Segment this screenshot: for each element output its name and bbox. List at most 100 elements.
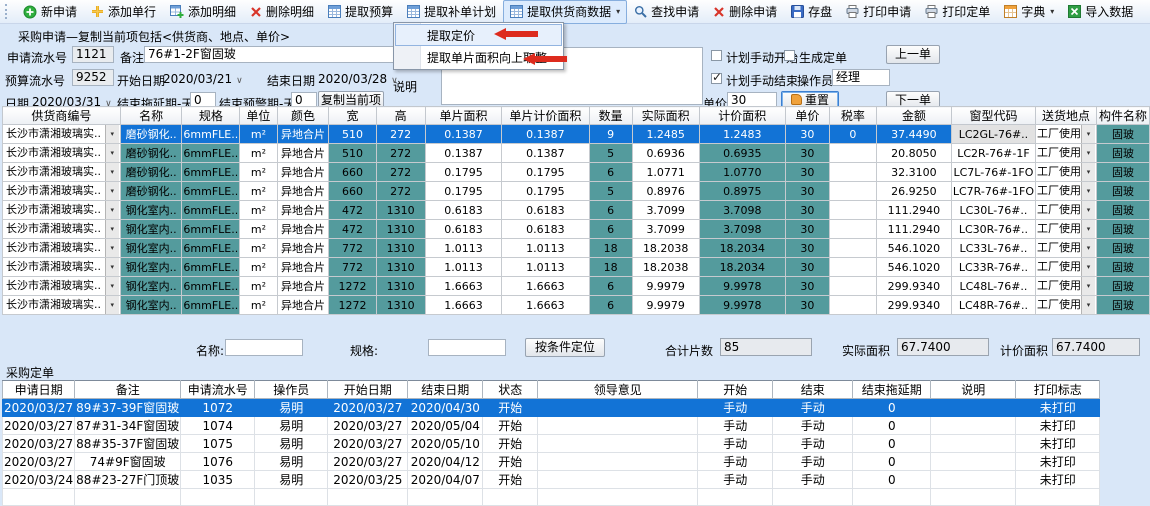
plan-manual-start-checkbox[interactable] bbox=[711, 50, 722, 61]
cell[interactable]: 6mmFLE.. bbox=[182, 201, 240, 220]
column-header[interactable]: 开始日期 bbox=[328, 381, 408, 399]
cell[interactable]: 772 bbox=[329, 258, 376, 277]
cell[interactable]: 0 bbox=[853, 471, 931, 489]
cell[interactable]: m² bbox=[240, 239, 277, 258]
cell[interactable] bbox=[931, 453, 1016, 471]
cell[interactable]: 手动 bbox=[773, 471, 853, 489]
cell[interactable]: 0 bbox=[853, 435, 931, 453]
cell[interactable]: LC7L-76#-1FO bbox=[951, 163, 1035, 182]
column-header[interactable]: 申请流水号 bbox=[181, 381, 255, 399]
cell[interactable]: m² bbox=[240, 163, 277, 182]
dropdown-arrow-icon[interactable]: ▾ bbox=[1081, 258, 1095, 276]
chevron-down-icon[interactable]: ∨ bbox=[391, 76, 398, 86]
cell[interactable]: 2020/03/24 bbox=[3, 471, 75, 489]
cell[interactable]: 1.6663 bbox=[502, 296, 589, 315]
cell[interactable]: 9 bbox=[589, 125, 632, 144]
dropdown-arrow-icon[interactable]: ▾ bbox=[1081, 239, 1095, 257]
prev-order-button[interactable]: 上一单 bbox=[886, 45, 940, 64]
cell[interactable]: 2020/03/27 bbox=[328, 435, 408, 453]
cell[interactable]: 固玻 bbox=[1097, 258, 1150, 277]
cell[interactable]: 固玻 bbox=[1097, 144, 1150, 163]
cell[interactable]: 6mmFLE.. bbox=[182, 125, 240, 144]
cell[interactable]: 9.9979 bbox=[632, 296, 699, 315]
cell[interactable]: 手动 bbox=[698, 435, 773, 453]
cell[interactable]: 30 bbox=[785, 163, 829, 182]
dropdown-arrow-icon[interactable]: ▾ bbox=[1081, 220, 1095, 238]
dropdown-arrow-icon[interactable]: ▾ bbox=[1081, 296, 1095, 314]
cell[interactable]: 开始 bbox=[483, 417, 538, 435]
cell[interactable]: 660 bbox=[329, 182, 376, 201]
end-date-combo[interactable]: 2020/03/28∨ bbox=[318, 72, 398, 86]
cell[interactable]: m² bbox=[240, 144, 277, 163]
toolbar-button-extract-supplier[interactable]: 提取供货商数据▾ bbox=[503, 0, 627, 24]
dropdown-arrow-icon[interactable]: ▾ bbox=[105, 201, 119, 219]
cell[interactable]: 3.7098 bbox=[699, 220, 785, 239]
cell[interactable]: 87#31-34F窗固玻 bbox=[75, 417, 181, 435]
cell[interactable]: 磨砂钢化.. bbox=[120, 182, 182, 201]
column-header[interactable]: 税率 bbox=[829, 107, 876, 125]
dropdown-arrow-icon[interactable]: ▾ bbox=[1081, 125, 1095, 143]
cell[interactable]: 6mmFLE.. bbox=[182, 163, 240, 182]
cell[interactable]: 2020/03/27 bbox=[328, 417, 408, 435]
cell[interactable] bbox=[538, 435, 698, 453]
column-header[interactable]: 备注 bbox=[75, 381, 181, 399]
cell[interactable]: 0 bbox=[829, 125, 876, 144]
cell[interactable]: 手动 bbox=[698, 453, 773, 471]
toolbar-button-search[interactable]: 查找申请 bbox=[627, 0, 706, 24]
cell[interactable]: 6mmFLE.. bbox=[182, 182, 240, 201]
cell[interactable]: 1.0113 bbox=[425, 239, 502, 258]
cell[interactable]: 0.6183 bbox=[425, 220, 502, 239]
chevron-down-icon[interactable]: ∨ bbox=[236, 76, 243, 86]
dropdown-arrow-icon[interactable]: ▾ bbox=[105, 125, 119, 143]
order-row[interactable]: 2020/03/2774#9F窗固玻1076易明2020/03/272020/0… bbox=[3, 453, 1100, 471]
budget-no-field[interactable]: 9252 bbox=[72, 69, 114, 86]
cell[interactable]: 30 bbox=[785, 144, 829, 163]
dropdown-caret-icon[interactable]: ▾ bbox=[616, 7, 620, 16]
cell[interactable]: 3.7099 bbox=[632, 201, 699, 220]
cell[interactable]: 1075 bbox=[181, 435, 255, 453]
cell[interactable] bbox=[931, 399, 1016, 417]
cell[interactable]: 2020/05/04 bbox=[408, 417, 483, 435]
cell[interactable]: 0.1795 bbox=[425, 182, 502, 201]
cell[interactable]: 0.6936 bbox=[632, 144, 699, 163]
cell[interactable]: 易明 bbox=[255, 471, 328, 489]
cell[interactable]: 1.0113 bbox=[502, 258, 589, 277]
cell[interactable]: 18.2034 bbox=[699, 258, 785, 277]
cell[interactable]: 20.8050 bbox=[876, 144, 951, 163]
cell[interactable]: 6mmFLE.. bbox=[182, 277, 240, 296]
cell[interactable]: 510 bbox=[329, 144, 376, 163]
cell[interactable]: 0.1795 bbox=[425, 163, 502, 182]
cell[interactable]: 异地合片 bbox=[277, 239, 329, 258]
cell[interactable]: 固玻 bbox=[1097, 163, 1150, 182]
cell[interactable]: 异地合片 bbox=[277, 182, 329, 201]
cell[interactable]: 6mmFLE.. bbox=[182, 239, 240, 258]
cell[interactable]: 0 bbox=[853, 417, 931, 435]
cell[interactable]: 易明 bbox=[255, 453, 328, 471]
cell[interactable]: 1.0771 bbox=[632, 163, 699, 182]
cell[interactable]: m² bbox=[240, 220, 277, 239]
cell[interactable]: 未打印 bbox=[1016, 435, 1100, 453]
cell[interactable]: 长沙市潇湘玻璃实..▾ bbox=[3, 125, 121, 144]
cell[interactable]: 钢化室内.. bbox=[120, 296, 182, 315]
cell[interactable]: 未打印 bbox=[1016, 453, 1100, 471]
cell[interactable]: 1310 bbox=[376, 239, 425, 258]
cell[interactable]: 工厂使用▾ bbox=[1036, 220, 1097, 239]
cell[interactable]: 88#35-37F窗固玻 bbox=[75, 435, 181, 453]
toolbar-button-import-data[interactable]: 导入数据 bbox=[1061, 0, 1140, 24]
cell[interactable]: 0.1387 bbox=[425, 125, 502, 144]
column-header[interactable]: 规格 bbox=[182, 107, 240, 125]
cell[interactable]: 18.2034 bbox=[699, 239, 785, 258]
toolbar-button-delete-detail[interactable]: 删除明细 bbox=[243, 0, 321, 24]
cell[interactable]: 546.1020 bbox=[876, 258, 951, 277]
cell[interactable]: 钢化室内.. bbox=[120, 220, 182, 239]
table-row[interactable]: 长沙市潇湘玻璃实..▾磨砂钢化..6mmFLE..m²异地合片6602720.1… bbox=[3, 163, 1150, 182]
cell[interactable]: 2020/03/27 bbox=[3, 399, 75, 417]
toolbar-button-print-request[interactable]: 打印申请 bbox=[839, 0, 918, 24]
cell[interactable]: 开始 bbox=[483, 399, 538, 417]
cell[interactable]: 546.1020 bbox=[876, 239, 951, 258]
locate-by-condition-button[interactable]: 按条件定位 bbox=[525, 338, 605, 357]
column-header[interactable]: 结束日期 bbox=[408, 381, 483, 399]
toolbar-button-new-request[interactable]: 新申请 bbox=[16, 0, 84, 24]
column-header[interactable]: 数量 bbox=[589, 107, 632, 125]
cell[interactable]: 772 bbox=[329, 239, 376, 258]
